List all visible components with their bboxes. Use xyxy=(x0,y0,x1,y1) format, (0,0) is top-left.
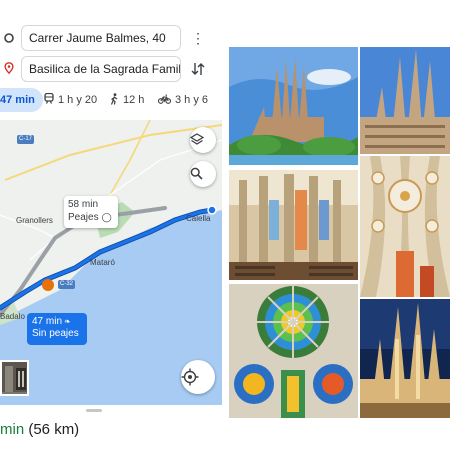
swap-icon[interactable] xyxy=(190,61,206,77)
road-c17-shield: C-17 xyxy=(17,135,35,144)
photo-nativity-facade xyxy=(360,47,450,154)
summary-time: min xyxy=(0,421,25,438)
map-search-button[interactable] xyxy=(190,161,216,187)
layers-icon xyxy=(190,133,204,145)
origin-row: Carrer Jaume Balmes, 40 ⋮ xyxy=(0,25,222,51)
start-point xyxy=(207,205,217,215)
mode-cycling-label: 3 h y 6 xyxy=(175,94,209,106)
screenshot-root: Carrer Jaume Balmes, 40 ⋮ Basilica de la… xyxy=(0,0,450,450)
layers-button[interactable] xyxy=(190,127,216,153)
place-mataro: Mataró xyxy=(90,258,115,267)
mode-transit-label: 1 h y 20 xyxy=(58,94,98,106)
walk-icon xyxy=(110,93,118,105)
mode-walking-label: 12 h xyxy=(123,94,145,106)
poi-marker xyxy=(42,279,54,291)
crosshair-icon xyxy=(181,368,199,386)
alternate-route-time: 58 min xyxy=(68,199,99,210)
destination-pin-icon xyxy=(4,62,14,74)
route-summary-text: min (56 km) xyxy=(0,421,79,438)
mode-walking[interactable]: 12 h xyxy=(110,88,144,112)
mode-driving-label: 47 min xyxy=(0,94,35,106)
photo-sagrada-familia-exterior xyxy=(229,47,358,165)
origin-input[interactable]: Carrer Jaume Balmes, 40 xyxy=(21,25,181,51)
more-options-icon[interactable]: ⋮ xyxy=(190,30,206,46)
mode-transit[interactable]: 1 h y 20 xyxy=(44,88,97,112)
mode-driving[interactable]: 47 min xyxy=(0,88,43,112)
eco-leaf-icon: ❧ xyxy=(64,317,71,326)
main-route-callout[interactable]: 47 min ❧ Sin peajes xyxy=(27,313,87,345)
toll-icon: ◯ xyxy=(101,212,112,222)
road-c32-shield: C-32 xyxy=(58,280,76,289)
map-view[interactable]: C-17 C-32 Granollers Mataró Calella Bada… xyxy=(0,120,222,405)
place-granollers: Granollers xyxy=(16,216,53,225)
travel-mode-bar: 47 min 1 h y 20 12 h 3 h y 6 xyxy=(0,88,222,112)
origin-circle-icon xyxy=(4,33,14,43)
summary-distance: (56 km) xyxy=(28,421,80,438)
photo-vaulted-ceiling xyxy=(360,156,450,297)
destination-row: Basilica de la Sagrada Famil... xyxy=(0,56,222,82)
train-icon xyxy=(44,92,54,104)
destination-input[interactable]: Basilica de la Sagrada Famil... xyxy=(21,56,181,82)
street-view-image xyxy=(2,362,27,394)
alternate-route-note: Peajes ◯ xyxy=(68,212,112,223)
mode-cycling[interactable]: 3 h y 6 xyxy=(157,88,209,112)
main-route-note: Sin peajes xyxy=(32,328,79,339)
bike-icon xyxy=(157,94,172,104)
drag-handle[interactable] xyxy=(86,409,102,412)
maps-directions-panel: Carrer Jaume Balmes, 40 ⋮ Basilica de la… xyxy=(0,0,222,450)
place-calella: Calella xyxy=(186,214,211,223)
street-view-thumbnail[interactable] xyxy=(0,360,29,396)
photo-towers-night xyxy=(360,299,450,418)
my-location-button[interactable] xyxy=(181,360,215,394)
alternate-route-callout[interactable]: 58 min Peajes ◯ xyxy=(64,196,118,228)
route-summary[interactable]: min (56 km) xyxy=(0,409,222,450)
major-road-2 xyxy=(109,120,151,196)
photo-rose-window xyxy=(229,284,358,418)
photo-collage xyxy=(229,45,450,418)
search-icon xyxy=(190,167,203,180)
place-badalona: Badalo xyxy=(0,312,25,321)
main-route-time: 47 min ❧ xyxy=(32,316,71,327)
photo-nave-columns xyxy=(229,170,358,280)
